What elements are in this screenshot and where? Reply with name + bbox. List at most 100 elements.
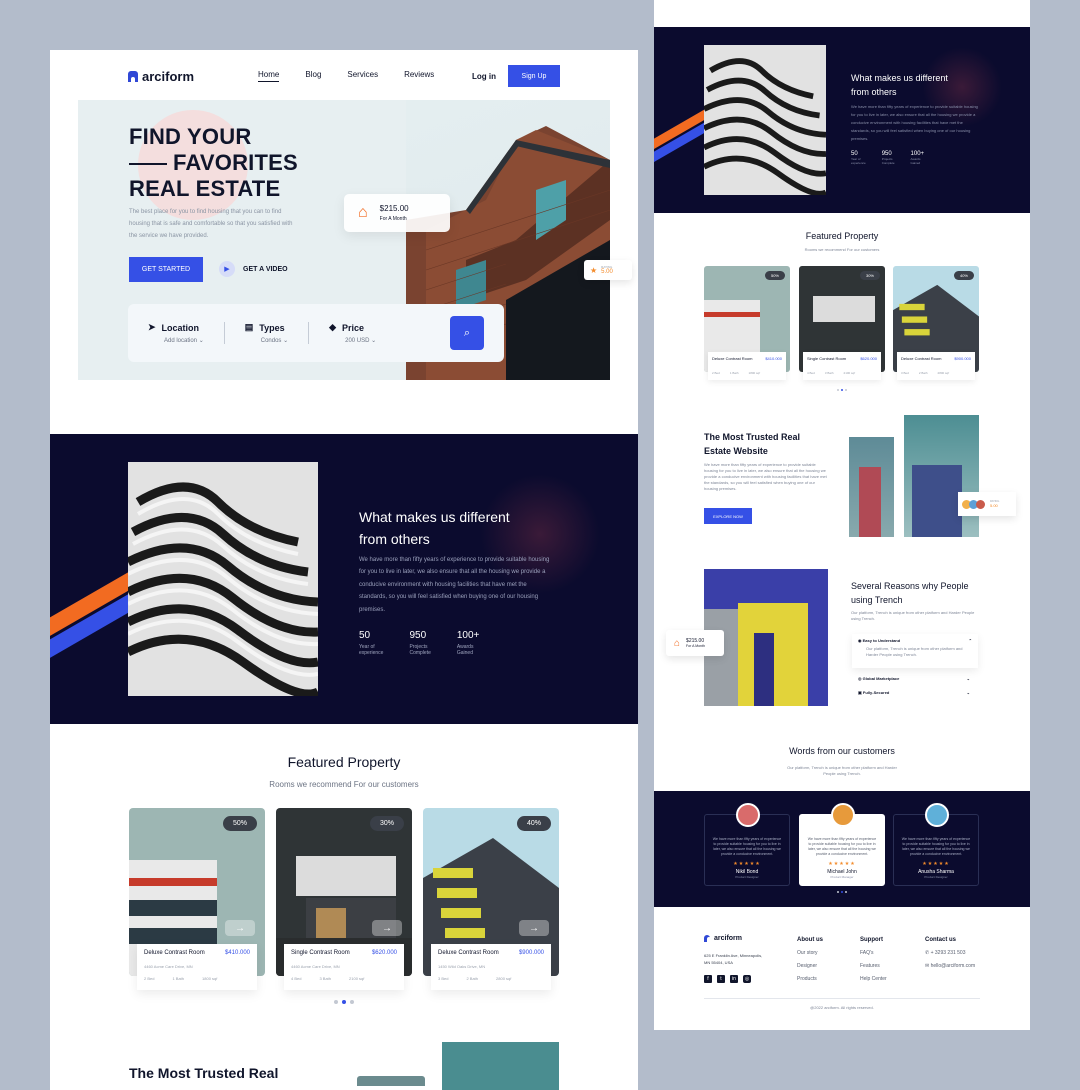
hero-title-line1: FIND YOUR <box>129 124 252 149</box>
star-icon: ★ <box>590 265 598 275</box>
globe-icon: ◎ <box>858 676 862 681</box>
get-started-button[interactable]: GET STARTED <box>129 257 203 282</box>
get-video-button[interactable]: ▶ GET A VIDEO <box>219 261 288 277</box>
testimonial-quote: We have more than fifty years of experie… <box>901 837 971 856</box>
chevron-down-icon: ⌄ <box>371 338 377 344</box>
property-card[interactable]: 40% → Deluxe Contrast Room $900.000 1450… <box>423 808 559 990</box>
contact-phone[interactable]: + 3293 231 503 <box>931 950 966 956</box>
trusted-skyscraper-image <box>904 415 979 537</box>
property-card-mini[interactable]: 50% Deluxe Contrast Room $410.000 2 Bed 1 B… <box>704 266 790 380</box>
accordion-title: Fully-Secured <box>862 690 890 695</box>
arrow-right-icon[interactable]: → <box>519 920 549 936</box>
nav-item-blog[interactable]: Blog <box>305 70 321 82</box>
price-filter[interactable]: ◆ Price 200 USD ⌄ <box>309 322 396 344</box>
area: 1800 sqf <box>202 976 218 981</box>
testimonial-card: “ We have more than fifty years of exper… <box>704 803 790 886</box>
location-filter[interactable]: ➤ Location Add location ⌄ <box>128 322 225 344</box>
discount-badge: 50% <box>222 816 257 831</box>
property-info: Deluxe Contrast Room $900.000 3 Bed 2 Bath 2… <box>897 352 975 380</box>
beds: 4 Bed <box>291 976 302 981</box>
property-address: 4460 Acme Care Drive, MN <box>291 964 340 969</box>
property-card-mini[interactable]: 30% Single Contrast Room $620.000 4 Bed 3 B… <box>799 266 885 380</box>
footer-link[interactable]: Features <box>860 960 887 973</box>
featured-subtitle: Rooms we recommend For our customers <box>269 780 419 789</box>
different-title-mini: What makes us different from others <box>851 71 948 99</box>
rating-stars: ★★★★★ <box>828 861 856 867</box>
get-video-label: GET A VIDEO <box>243 265 288 273</box>
arrow-right-icon[interactable]: → <box>372 920 402 936</box>
property-card[interactable]: 50% → Deluxe Contrast Room $410.000 4460… <box>129 808 265 990</box>
home-icon: ⌂ <box>358 204 368 221</box>
nav-item-reviews[interactable]: Reviews <box>404 70 434 82</box>
location-label: Location <box>161 322 200 333</box>
testimonial-quote: We have more than fifty years of experie… <box>712 837 782 856</box>
property-price: $410.000 <box>765 356 782 361</box>
property-search-bar: ➤ Location Add location ⌄ ▤ Types Condos ⌄… <box>128 304 504 362</box>
title-dash <box>129 163 167 166</box>
reasons-subtitle: Our platform, Trench is unique from othe… <box>851 610 975 621</box>
baths: 3 Bath <box>319 976 332 981</box>
address-line1: 625 E Franklin Ave, Minneapolis, <box>704 953 763 958</box>
property-price: $900.000 <box>518 950 544 956</box>
brand-logo[interactable]: arciform <box>128 69 194 84</box>
carousel-dots[interactable] <box>50 1000 638 1004</box>
rating-stars: ★★★★★ <box>922 861 950 867</box>
footer-logo[interactable]: arciform <box>704 935 762 942</box>
discount-badge: 40% <box>953 271 974 280</box>
testimonial-role: Product Manager <box>830 875 854 879</box>
testimonials-title: Words from our customers <box>789 746 895 756</box>
instagram-icon[interactable]: ◎ <box>743 975 751 983</box>
price-filter-label: Price <box>342 322 365 333</box>
property-card[interactable]: 30% → Single Contrast Room $620.000 4460… <box>276 808 412 990</box>
stat-label: Gained <box>456 650 473 656</box>
area: 1800 sqf <box>748 371 761 375</box>
carousel-dots-testimonials[interactable] <box>654 891 1030 893</box>
footer-about: About us Our story Designer Products <box>797 937 823 986</box>
avatar <box>736 803 760 827</box>
stat-value: 100+ <box>456 630 480 641</box>
explore-now-button[interactable]: EXPLORE NOW <box>704 508 752 524</box>
contact-email[interactable]: hello@arciform.com <box>931 963 976 969</box>
arrow-right-icon[interactable]: → <box>225 920 255 936</box>
accordion-item-expanded[interactable]: ◉ Easy to Understand ⌃ Our platform, Tren… <box>852 634 978 668</box>
nav-links: Home Blog Services Reviews <box>258 70 434 82</box>
footer-link[interactable]: Our story <box>797 947 823 960</box>
property-name: Deluxe Contrast Room <box>438 950 499 956</box>
types-label: Types <box>259 322 285 333</box>
beds: 3 Bed <box>438 976 449 981</box>
location-value: Add location <box>164 338 198 344</box>
price-filter-value: 200 USD <box>345 338 370 344</box>
types-value: Condos <box>260 338 282 344</box>
spiral-building-illustration <box>128 462 318 696</box>
testimonials-band: “ We have more than fifty years of exper… <box>654 791 1030 907</box>
footer-brand: arciform 625 E Franklin Ave, Minneapolis… <box>704 935 762 983</box>
chevron-down-icon: ⌄ <box>198 338 204 344</box>
nav-item-services[interactable]: Services <box>347 70 378 82</box>
property-card-mini[interactable]: 40% Deluxe Contrast Room $900.000 3 Bed 2 B… <box>893 266 979 380</box>
trusted-body: We have more than fifty years of experie… <box>704 462 827 491</box>
facebook-icon[interactable]: f <box>704 975 712 983</box>
address-line2: MN 55404, USA <box>704 960 733 965</box>
footer-link[interactable]: Help Center <box>860 973 887 986</box>
footer-link[interactable]: Designer <box>797 960 823 973</box>
twitter-icon[interactable]: t <box>717 975 725 983</box>
footer-link[interactable]: Products <box>797 973 823 986</box>
footer-heading: Support <box>860 937 883 943</box>
footer-link[interactable]: FAQ's <box>860 947 887 960</box>
carousel-dots-mini[interactable] <box>654 389 1030 391</box>
property-name: Single Contrast Room <box>807 356 847 361</box>
linkedin-icon[interactable]: in <box>730 975 738 983</box>
nav-item-home[interactable]: Home <box>258 70 280 82</box>
beds: 2 Bed <box>144 976 155 981</box>
area: 2100 sqf <box>843 371 856 375</box>
chevron-down-icon: ⌄ <box>283 338 289 344</box>
search-button[interactable]: ⌕ <box>450 316 484 350</box>
types-filter[interactable]: ▤ Types Condos ⌄ <box>225 322 310 344</box>
accordion-item[interactable]: ◎ Global Marketplace ⌄ <box>858 676 970 681</box>
accordion-item[interactable]: ▣ Fully-Secured ⌄ <box>858 690 970 695</box>
stat-label: Complete <box>881 161 895 165</box>
signup-button[interactable]: Sign Up <box>508 65 560 87</box>
stat-awards: 100+ Awards Gained <box>457 630 480 656</box>
quote-icon: “ <box>934 824 938 833</box>
login-link[interactable]: Log in <box>472 72 496 81</box>
